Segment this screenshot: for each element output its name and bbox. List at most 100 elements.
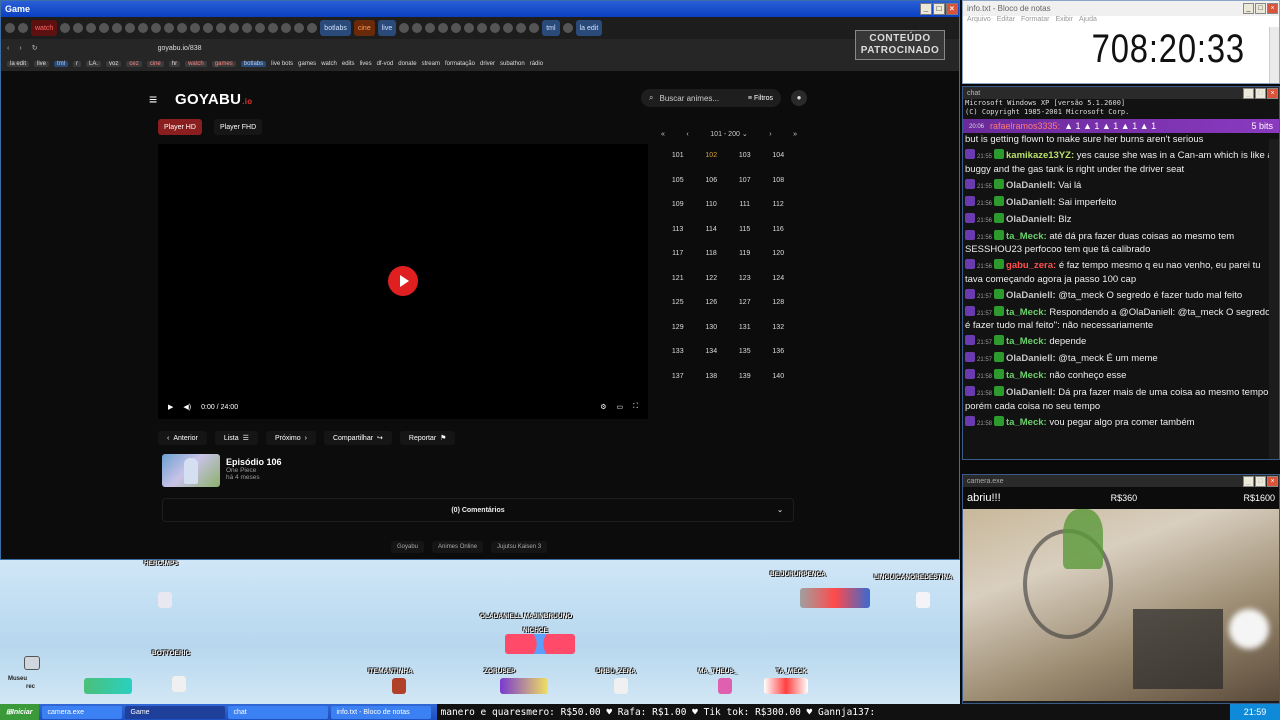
episode-button[interactable]: 126 [695,296,729,311]
episode-button[interactable]: 139 [728,370,762,385]
episode-button[interactable]: 112 [762,198,796,213]
tab-icon[interactable] [190,23,201,33]
bookmark-item[interactable]: edits [342,61,355,67]
tab-icon[interactable] [503,23,514,33]
volume-icon[interactable]: ◀) [183,403,191,411]
episode-button[interactable]: 120 [762,247,796,262]
tab-icon[interactable] [451,23,462,33]
tab-icon[interactable] [255,23,266,33]
message-username[interactable]: ta_Meck: [1006,370,1047,381]
bookmark-item[interactable]: lives [360,61,372,67]
bookmark-item[interactable]: games [211,61,236,67]
bookmark-item[interactable]: tml [54,61,69,67]
taskbar-item[interactable]: camera.exe [41,705,122,719]
forward-icon[interactable]: › [19,45,21,52]
bookmark-item[interactable]: voz [106,61,122,67]
reload-icon[interactable]: ↻ [32,44,38,52]
episode-button[interactable]: 114 [695,223,729,238]
bookmark-item[interactable]: watch [185,61,207,67]
menu-item[interactable]: Formatar [1021,16,1049,27]
episode-button[interactable]: 133 [661,345,695,360]
footer-tag[interactable]: Jujutsu Kaisen 3 [491,541,548,553]
notepad-titlebar[interactable]: info.txt - Bloco de notas _ □ × [963,1,1279,16]
tab-watch[interactable]: watch [31,20,58,36]
bookmark-item[interactable]: cine [146,61,164,67]
episode-button[interactable]: 135 [728,345,762,360]
episode-button[interactable]: 105 [661,174,695,189]
tab-botlabs[interactable]: botlabs [320,20,351,36]
bookmark-item[interactable]: hr [168,61,181,67]
tab-la-edit[interactable]: la edit [575,20,603,36]
tab-icon[interactable] [164,23,175,33]
notepad-text-area[interactable]: 708:20:33 [963,27,1279,83]
url-field[interactable]: goyabu.io/838 [158,45,202,52]
message-username[interactable]: ta_Meck: [1006,336,1047,347]
tab-icon[interactable] [216,23,227,33]
message-username[interactable]: OlaDaniell: [1006,214,1056,225]
episode-button[interactable]: 113 [661,223,695,238]
bookmark-item[interactable]: donate [398,61,416,67]
close-button[interactable]: × [1267,3,1278,14]
episode-button[interactable]: 106 [695,174,729,189]
bookmark-item[interactable]: driver [480,61,495,67]
tab-icon[interactable] [516,23,527,33]
tab-tml[interactable]: tml [542,20,560,36]
tab-icon[interactable] [177,23,188,33]
bookmark-item[interactable]: cez [126,61,142,67]
episode-button[interactable]: 115 [728,223,762,238]
menu-item[interactable]: Arquivo [967,16,991,27]
episode-button[interactable]: 118 [695,247,729,262]
tab-icon[interactable] [125,23,136,33]
minimize-button[interactable]: _ [1243,475,1254,487]
menu-item[interactable]: Ajuda [1079,16,1097,27]
message-username[interactable]: OlaDaniell: [1006,180,1056,191]
share-button[interactable]: Compartilhar ↪ [323,431,392,445]
bookmark-item[interactable]: stream [422,61,440,67]
message-username[interactable]: ta_Meck: [1006,417,1047,428]
video-player[interactable]: ▶ ◀) 0:00 / 24:00 ⚙ ▭ ⛶ [158,144,648,419]
episode-button[interactable]: 108 [762,174,796,189]
taskbar-item[interactable]: Game [124,705,225,719]
bookmark-item[interactable]: subathon [500,61,525,67]
message-username[interactable]: gabu_zera: [1006,260,1056,271]
next-page-icon[interactable]: › [769,131,771,138]
episode-button[interactable]: 110 [695,198,729,213]
episode-thumbnail[interactable] [162,454,220,487]
episode-button[interactable]: 131 [728,321,762,336]
episode-button[interactable]: 134 [695,345,729,360]
range-select[interactable]: 101 - 200 ⌄ [710,130,747,138]
menu-icon[interactable]: ≡ [149,91,169,107]
bookmark-item[interactable]: r [73,61,82,67]
message-username[interactable]: OlaDaniell: [1006,387,1056,398]
back-icon[interactable]: ‹ [7,45,9,52]
start-button[interactable]: ⊞ Iniciar [0,704,39,720]
minimize-button[interactable]: _ [1243,3,1254,14]
episode-button[interactable]: 111 [728,198,762,213]
episode-button[interactable]: 140 [762,370,796,385]
player-fhd-button[interactable]: Player FHD [214,119,263,135]
close-button[interactable]: × [1267,87,1278,99]
bookmark-item[interactable]: LA. [86,61,102,67]
episode-button[interactable]: 128 [762,296,796,311]
episode-button[interactable]: 132 [762,321,796,336]
scrollbar[interactable] [1269,27,1279,83]
previous-button[interactable]: ‹ Anterior [158,431,207,445]
tab-icon[interactable] [86,23,97,33]
list-button[interactable]: Lista ☰ [214,431,258,445]
bookmark-item[interactable]: df-vod [377,61,394,67]
bookmark-item[interactable]: formatação [445,61,475,67]
episode-button[interactable]: 124 [762,272,796,287]
close-button[interactable]: × [1267,475,1278,487]
comments-toggle[interactable]: (0) Comentários ⌄ [162,498,794,522]
tab-icon[interactable] [294,23,305,33]
tab-icon[interactable] [229,23,240,33]
tab-icon[interactable] [268,23,279,33]
episode-button[interactable]: 129 [661,321,695,336]
bookmark-item[interactable]: rádio [530,61,543,67]
taskbar-item[interactable]: chat [227,705,328,719]
minimize-button[interactable]: _ [1243,87,1254,99]
menu-item[interactable]: Exibir [1055,16,1073,27]
maximize-button[interactable]: □ [1255,87,1266,99]
first-page-icon[interactable]: « [661,131,665,138]
episode-button[interactable]: 103 [728,149,762,164]
